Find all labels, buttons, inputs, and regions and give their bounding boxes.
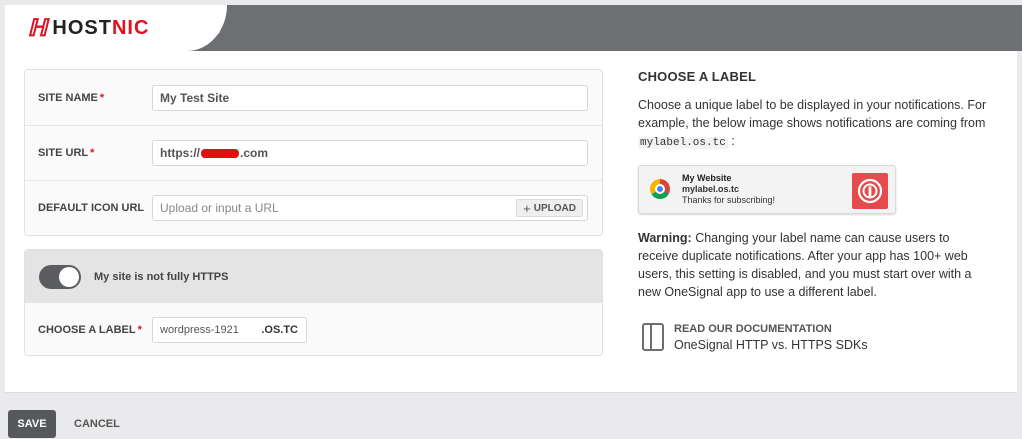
notification-title: My Website	[682, 173, 732, 183]
choose-label-input[interactable]: wordpress-1921 .OS.TC	[152, 317, 307, 343]
notification-body: Thanks for subscribing!	[682, 195, 776, 205]
redaction-mark	[201, 148, 239, 158]
hostnic-logo-text: HOSTNIC	[52, 16, 150, 39]
https-toggle-row: My site is not fully HTTPS	[25, 250, 602, 303]
choose-label-row: CHOOSE A LABEL * wordpress-1921 .OS.TC	[25, 303, 602, 355]
default-icon-input[interactable]: Upload or input a URL + UPLOAD	[152, 195, 588, 221]
form-actions: SAVE CANCEL	[8, 410, 120, 438]
cancel-button[interactable]: CANCEL	[74, 418, 120, 430]
info-title: CHOOSE A LABEL	[638, 69, 757, 84]
settings-card: SITE NAME * My Test Site SITE URL * https:…	[5, 51, 1017, 393]
default-icon-label: DEFAULT ICON URL	[38, 202, 145, 214]
choose-label-label: CHOOSE A LABEL *	[38, 324, 142, 336]
site-url-label: SITE URL *	[38, 147, 95, 159]
https-toggle-label: My site is not fully HTTPS	[94, 270, 229, 283]
site-name-input[interactable]: My Test Site	[152, 84, 588, 111]
https-toggle[interactable]	[39, 265, 81, 289]
onesignal-icon	[852, 173, 888, 209]
save-button[interactable]: SAVE	[8, 410, 56, 438]
info-intro: Choose a unique label to be displayed in…	[638, 98, 987, 149]
top-bar: ℍ HOSTNIC p	[5, 5, 1022, 51]
book-icon	[642, 323, 664, 351]
chrome-icon	[650, 179, 670, 199]
label-suffix: .OS.TC	[261, 324, 298, 336]
hostnic-logo-mark: ℍ	[27, 14, 47, 42]
site-settings-form: SITE NAME * My Test Site SITE URL * https:…	[24, 69, 603, 236]
docs-title: READ OUR DOCUMENTATION	[674, 323, 832, 335]
warning-text: Warning: Changing your label name can ca…	[638, 231, 972, 299]
default-icon-row: DEFAULT ICON URL Upload or input a URL +…	[25, 180, 602, 235]
site-name-label: SITE NAME *	[38, 91, 105, 104]
label-settings-form: My site is not fully HTTPS CHOOSE A LABE…	[24, 249, 603, 356]
documentation-link[interactable]: READ OUR DOCUMENTATION OneSignal HTTP vs…	[642, 323, 868, 352]
site-url-row: SITE URL * https://.com	[25, 125, 602, 180]
site-url-input[interactable]: https://.com	[152, 140, 588, 166]
plus-icon: +	[523, 200, 531, 216]
page-title: p	[210, 18, 221, 38]
notification-preview: My Website mylabel.os.tc Thanks for subs…	[638, 165, 896, 214]
hostnic-logo[interactable]: ℍ HOSTNIC	[5, 5, 227, 51]
upload-button[interactable]: + UPLOAD	[516, 199, 583, 217]
docs-link[interactable]: OneSignal HTTP vs. HTTPS SDKs	[674, 338, 868, 352]
site-name-row: SITE NAME * My Test Site	[25, 70, 602, 125]
info-panel: CHOOSE A LABEL Choose a unique label to …	[638, 69, 993, 352]
notification-url: mylabel.os.tc	[682, 184, 740, 194]
